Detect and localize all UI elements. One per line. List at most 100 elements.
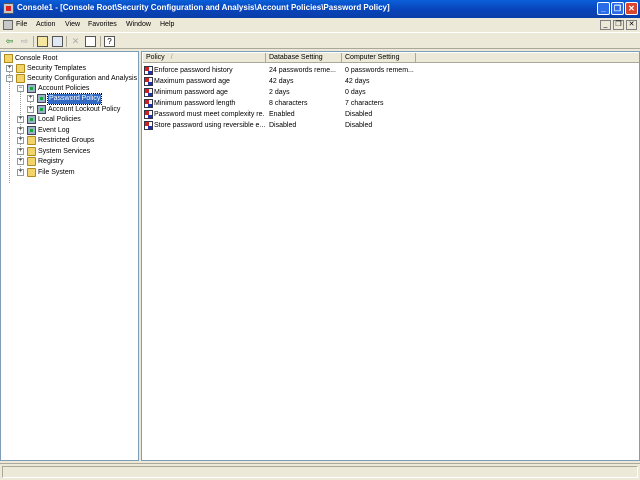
column-header-database-setting[interactable]: Database Setting bbox=[266, 53, 342, 63]
back-icon[interactable]: ⇦ bbox=[4, 36, 15, 47]
tree-item-label: Account Policies bbox=[38, 85, 90, 92]
tree-connector bbox=[9, 65, 10, 183]
menu-bar: File Action View Favorites Window Help _… bbox=[0, 18, 640, 32]
expand-icon[interactable]: + bbox=[17, 148, 24, 155]
collapse-icon[interactable]: − bbox=[17, 85, 24, 92]
title-bar[interactable]: Console1 - [Console Root\Security Config… bbox=[0, 0, 640, 18]
tree-item-label: Restricted Groups bbox=[38, 137, 95, 144]
folder-icon bbox=[4, 54, 13, 63]
expand-icon[interactable]: + bbox=[17, 127, 24, 134]
column-header-policy[interactable]: Policy / bbox=[143, 53, 266, 63]
policy-setting-icon bbox=[144, 88, 153, 97]
status-panel bbox=[2, 466, 638, 478]
cell-policy: Maximum password age bbox=[154, 78, 230, 85]
expand-icon[interactable]: + bbox=[17, 137, 24, 144]
toolbar: ⇦ ⇨ ✕ ? bbox=[0, 32, 640, 49]
cell-policy: Enforce password history bbox=[154, 67, 233, 74]
cell-database-setting: Disabled bbox=[269, 122, 297, 129]
cell-computer-setting: 0 days bbox=[345, 89, 366, 96]
table-row[interactable]: Maximum password age 42 days 42 days bbox=[142, 76, 639, 87]
menu-file[interactable]: File bbox=[16, 21, 27, 28]
forward-icon[interactable]: ⇨ bbox=[19, 36, 30, 47]
column-header-filler bbox=[416, 53, 639, 63]
folder-icon bbox=[27, 147, 36, 156]
cell-policy: Minimum password length bbox=[154, 100, 236, 107]
mmc-app-icon[interactable] bbox=[3, 3, 14, 14]
policy-folder-icon bbox=[27, 115, 36, 124]
cell-database-setting: Enabled bbox=[269, 111, 295, 118]
column-header-label: Policy bbox=[146, 54, 165, 61]
sort-ascending-icon: / bbox=[170, 54, 173, 61]
menu-view[interactable]: View bbox=[65, 21, 80, 28]
child-restore-button[interactable]: ❐ bbox=[613, 20, 624, 30]
up-folder-icon[interactable] bbox=[37, 36, 48, 47]
cell-computer-setting: Disabled bbox=[345, 122, 373, 129]
mmc-window: Console1 - [Console Root\Security Config… bbox=[0, 0, 640, 480]
folder-icon bbox=[27, 157, 36, 166]
expand-icon[interactable]: + bbox=[6, 65, 13, 72]
menu-window[interactable]: Window bbox=[126, 21, 151, 28]
expand-icon[interactable]: + bbox=[17, 158, 24, 165]
collapse-icon[interactable]: − bbox=[6, 75, 13, 82]
cell-database-setting: 42 days bbox=[269, 78, 294, 85]
window-title: Console1 - [Console Root\Security Config… bbox=[17, 3, 390, 12]
minimize-button[interactable]: _ bbox=[597, 2, 610, 15]
expand-icon[interactable]: + bbox=[17, 169, 24, 176]
export-list-icon[interactable] bbox=[85, 36, 96, 47]
menu-help[interactable]: Help bbox=[160, 21, 174, 28]
folder-icon bbox=[27, 168, 36, 177]
menu-favorites[interactable]: Favorites bbox=[88, 21, 117, 28]
tree-item-label: Security Configuration and Analysis bbox=[27, 75, 138, 82]
table-row[interactable]: Minimum password length 8 characters 7 c… bbox=[142, 98, 639, 109]
cell-database-setting: 24 passwords reme... bbox=[269, 67, 336, 74]
maximize-button[interactable]: ❐ bbox=[611, 2, 624, 15]
cell-policy: Store password using reversible e... bbox=[154, 122, 265, 129]
tree-item-label: File System bbox=[38, 169, 75, 176]
cell-policy: Password must meet complexity re... bbox=[154, 111, 265, 118]
tree-item-label-selected: Password Policy bbox=[46, 93, 103, 105]
cell-computer-setting: 0 passwords remem... bbox=[345, 67, 414, 74]
policy-folder-icon bbox=[27, 84, 36, 93]
cell-database-setting: 8 characters bbox=[269, 100, 308, 107]
cell-computer-setting: Disabled bbox=[345, 111, 373, 118]
cell-policy: Minimum password age bbox=[154, 89, 228, 96]
table-row[interactable]: Store password using reversible e... Dis… bbox=[142, 120, 639, 131]
expand-icon[interactable]: + bbox=[27, 106, 34, 113]
menu-action[interactable]: Action bbox=[36, 21, 55, 28]
toolbar-separator bbox=[33, 36, 34, 47]
column-header-computer-setting[interactable]: Computer Setting bbox=[342, 53, 416, 63]
table-row[interactable]: Minimum password age 2 days 0 days bbox=[142, 87, 639, 98]
tree-item-label: Event Log bbox=[38, 127, 70, 134]
tree-item-label: Registry bbox=[38, 158, 64, 165]
toolbar-separator bbox=[100, 36, 101, 47]
cell-computer-setting: 42 days bbox=[345, 78, 370, 85]
tree-item-label: System Services bbox=[38, 148, 91, 155]
tree-item-label: Security Templates bbox=[27, 65, 87, 72]
close-button[interactable]: ✕ bbox=[625, 2, 638, 15]
column-header-label: Computer Setting bbox=[345, 54, 400, 61]
policy-setting-icon bbox=[144, 77, 153, 86]
column-header-label: Database Setting bbox=[269, 54, 323, 61]
tree-item-label: Console Root bbox=[15, 55, 58, 62]
table-row[interactable]: Password must meet complexity re... Enab… bbox=[142, 109, 639, 120]
console-tree-pane[interactable]: Console Root + Security Templates − Secu… bbox=[0, 51, 139, 461]
table-row[interactable]: Enforce password history 24 passwords re… bbox=[142, 65, 639, 76]
security-templates-icon bbox=[16, 64, 25, 73]
console-system-menu-icon[interactable] bbox=[3, 20, 13, 30]
details-pane[interactable]: Policy / Database Setting Computer Settin… bbox=[141, 51, 640, 461]
policy-setting-icon bbox=[144, 99, 153, 108]
policy-folder-icon bbox=[27, 126, 36, 135]
child-close-button[interactable]: ✕ bbox=[626, 20, 637, 30]
child-minimize-button[interactable]: _ bbox=[600, 20, 611, 30]
toolbar-separator bbox=[66, 36, 67, 47]
delete-icon[interactable]: ✕ bbox=[70, 36, 81, 47]
expand-icon[interactable]: + bbox=[27, 95, 34, 102]
expand-icon[interactable]: + bbox=[17, 116, 24, 123]
status-bar bbox=[0, 463, 640, 480]
tree-item-label: Account Lockout Policy bbox=[48, 106, 121, 113]
security-analysis-icon bbox=[16, 74, 25, 83]
policy-setting-icon bbox=[144, 66, 153, 75]
show-hide-tree-icon[interactable] bbox=[52, 36, 63, 47]
tree-item-label: Local Policies bbox=[38, 116, 81, 123]
help-icon[interactable]: ? bbox=[104, 36, 115, 47]
